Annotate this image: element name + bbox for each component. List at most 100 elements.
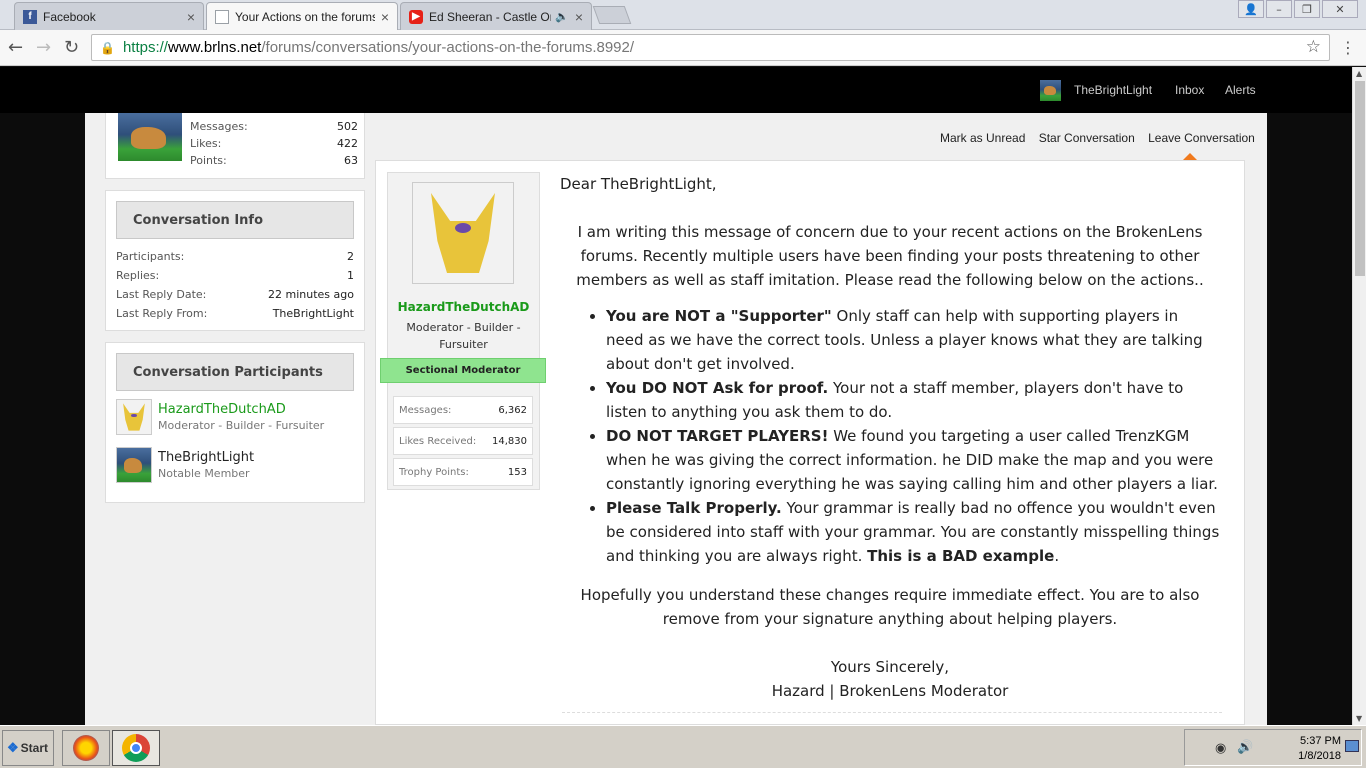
scroll-up-icon[interactable]: ▲ xyxy=(1356,69,1362,78)
participant-name[interactable]: HazardTheDutchAD xyxy=(158,402,324,417)
info-label: Participants: xyxy=(116,250,185,263)
camera-icon[interactable]: ◉ xyxy=(1215,741,1226,756)
message-greeting: Dear TheBrightLight, xyxy=(560,175,717,193)
taskbar-app-chrome[interactable] xyxy=(112,730,160,766)
address-bar[interactable]: 🔒 https://www.brlns.net/forums/conversat… xyxy=(91,34,1330,61)
speaker-icon[interactable]: 🔈 xyxy=(555,10,569,23)
avatar[interactable] xyxy=(116,399,152,435)
conversation-participants-panel: Conversation Participants HazardTheDutch… xyxy=(105,342,365,503)
point-tail: . xyxy=(1054,547,1060,565)
close-icon[interactable]: × xyxy=(187,9,195,25)
volume-icon[interactable]: 🔊 xyxy=(1237,740,1253,755)
browser-toolbar: ← → ↻ 🔒 https://www.brlns.net/forums/con… xyxy=(0,30,1366,66)
stat-value: 63 xyxy=(344,154,358,167)
list-item: You DO NOT Ask for proof. Your not a sta… xyxy=(606,376,1220,424)
participant-item: HazardTheDutchAD Moderator - Builder - F… xyxy=(106,399,364,435)
clock[interactable]: 5:37 PM 1/8/2018 xyxy=(1298,734,1341,764)
message-body: Dear TheBrightLight, I am writing this m… xyxy=(560,172,1220,703)
message-signature: Hazard | BrokenLens Moderator xyxy=(771,682,1009,700)
leave-conversation-link[interactable]: Leave Conversation xyxy=(1148,131,1255,145)
avatar[interactable] xyxy=(118,113,182,161)
stat-label: Messages: xyxy=(190,120,248,133)
participant-role: Notable Member xyxy=(158,467,250,480)
avatar xyxy=(1040,79,1061,101)
point-heading: Please Talk Properly. xyxy=(606,499,782,517)
stat-value[interactable]: 153 xyxy=(508,467,527,478)
avatar[interactable] xyxy=(412,182,514,284)
stat-value: 502 xyxy=(337,120,358,133)
info-label: Last Reply Date: xyxy=(116,288,207,301)
youtube-icon: ▶ xyxy=(409,9,423,24)
author-stat-trophies: Trophy Points: 153 xyxy=(393,458,533,486)
profile-icon[interactable]: 👤 xyxy=(1238,0,1264,18)
conversation-actions: Mark as Unread Star Conversation Leave C… xyxy=(940,131,1265,145)
info-row: Participants: 2 xyxy=(106,247,364,266)
scrollbar-thumb[interactable] xyxy=(1355,81,1365,276)
stat-label: Trophy Points: xyxy=(399,466,469,478)
tab-facebook[interactable]: f Facebook × xyxy=(14,2,204,30)
stat-value: 422 xyxy=(337,137,358,150)
stat-value: 14,830 xyxy=(492,435,527,447)
vertical-scrollbar[interactable]: ▲ ▼ xyxy=(1352,67,1366,725)
message-signoff: Yours Sincerely, xyxy=(830,658,950,676)
alerts-label: Alerts xyxy=(1225,83,1256,97)
author-title: Moderator - Builder - Fursuiter xyxy=(406,321,521,351)
mark-unread-link[interactable]: Mark as Unread xyxy=(940,131,1025,145)
minimize-button[interactable]: – xyxy=(1266,0,1292,18)
url-host: www.brlns.net xyxy=(167,39,262,56)
stat-label: Messages: xyxy=(399,404,452,416)
browser-tab-bar: f Facebook × Your Actions on the forums … xyxy=(0,0,1366,31)
windows-icon: ❖ xyxy=(7,740,19,755)
new-tab-button[interactable] xyxy=(592,6,632,24)
message-closing: Hopefully you understand these changes r… xyxy=(580,586,1200,628)
reload-icon[interactable]: ↻ xyxy=(64,37,79,58)
list-item: Please Talk Properly. Your grammar is re… xyxy=(606,496,1220,568)
start-label: Start xyxy=(20,741,48,755)
info-row: Last Reply From: TheBrightLight xyxy=(106,304,364,323)
participant-role: Moderator - Builder - Fursuiter xyxy=(158,419,325,432)
stat-label: Points: xyxy=(190,154,227,167)
stat-label: Likes: xyxy=(190,137,222,150)
menu-icon[interactable]: ⋮ xyxy=(1340,38,1356,57)
close-icon[interactable]: × xyxy=(575,9,583,25)
author-name[interactable]: HazardTheDutchAD xyxy=(387,300,540,314)
show-desktop-icon[interactable] xyxy=(1345,740,1359,752)
conversation-info-panel: Conversation Info Participants: 2 Replies… xyxy=(105,190,365,331)
stat-points: Points: 63 xyxy=(188,152,358,169)
inbox-link[interactable]: Inbox xyxy=(1175,67,1204,113)
chrome-icon xyxy=(122,734,150,762)
forward-icon[interactable]: → xyxy=(36,37,51,58)
restore-button[interactable]: ❐ xyxy=(1294,0,1320,18)
start-button[interactable]: ❖ Start xyxy=(2,730,54,766)
stat-value[interactable]: 6,362 xyxy=(498,405,527,416)
star-conversation-link[interactable]: Star Conversation xyxy=(1039,131,1135,145)
facebook-icon: f xyxy=(23,9,37,24)
participant-name[interactable]: TheBrightLight xyxy=(158,450,254,465)
info-value: 2 xyxy=(347,250,354,263)
inbox-label: Inbox xyxy=(1175,83,1205,97)
avatar[interactable] xyxy=(116,447,152,483)
scroll-down-icon[interactable]: ▼ xyxy=(1356,714,1362,723)
alerts-link[interactable]: Alerts xyxy=(1225,67,1256,113)
bookmark-star-icon[interactable]: ☆ xyxy=(1306,37,1321,57)
close-icon[interactable]: × xyxy=(381,9,389,25)
account-username: TheBrightLight xyxy=(1074,83,1153,97)
tab-your-actions[interactable]: Your Actions on the forums × xyxy=(206,2,398,31)
info-label: Last Reply From: xyxy=(116,307,208,320)
list-item: You are NOT a "Supporter" Only staff can… xyxy=(606,304,1220,376)
site-header: TheBrightLight Inbox Alerts xyxy=(0,67,1352,113)
account-link[interactable]: TheBrightLight xyxy=(1040,67,1152,113)
url-path: /forums/conversations/your-actions-on-th… xyxy=(261,39,635,56)
back-icon[interactable]: ← xyxy=(8,37,23,58)
panel-title: Conversation Participants xyxy=(116,353,354,391)
close-window-button[interactable]: ✕ xyxy=(1322,0,1358,18)
info-row: Last Reply Date: 22 minutes ago xyxy=(106,285,364,304)
tab-youtube[interactable]: ▶ Ed Sheeran - Castle On 🔈 × xyxy=(400,2,592,30)
point-heading: You DO NOT Ask for proof. xyxy=(606,379,829,397)
info-value[interactable]: TheBrightLight xyxy=(273,307,354,320)
participant-item: TheBrightLight Notable Member xyxy=(106,447,364,483)
author-stat-messages: Messages: 6,362 xyxy=(393,396,533,424)
info-value: 22 minutes ago xyxy=(268,288,354,301)
info-value: 1 xyxy=(347,269,354,282)
taskbar-app-firefox[interactable] xyxy=(62,730,110,766)
